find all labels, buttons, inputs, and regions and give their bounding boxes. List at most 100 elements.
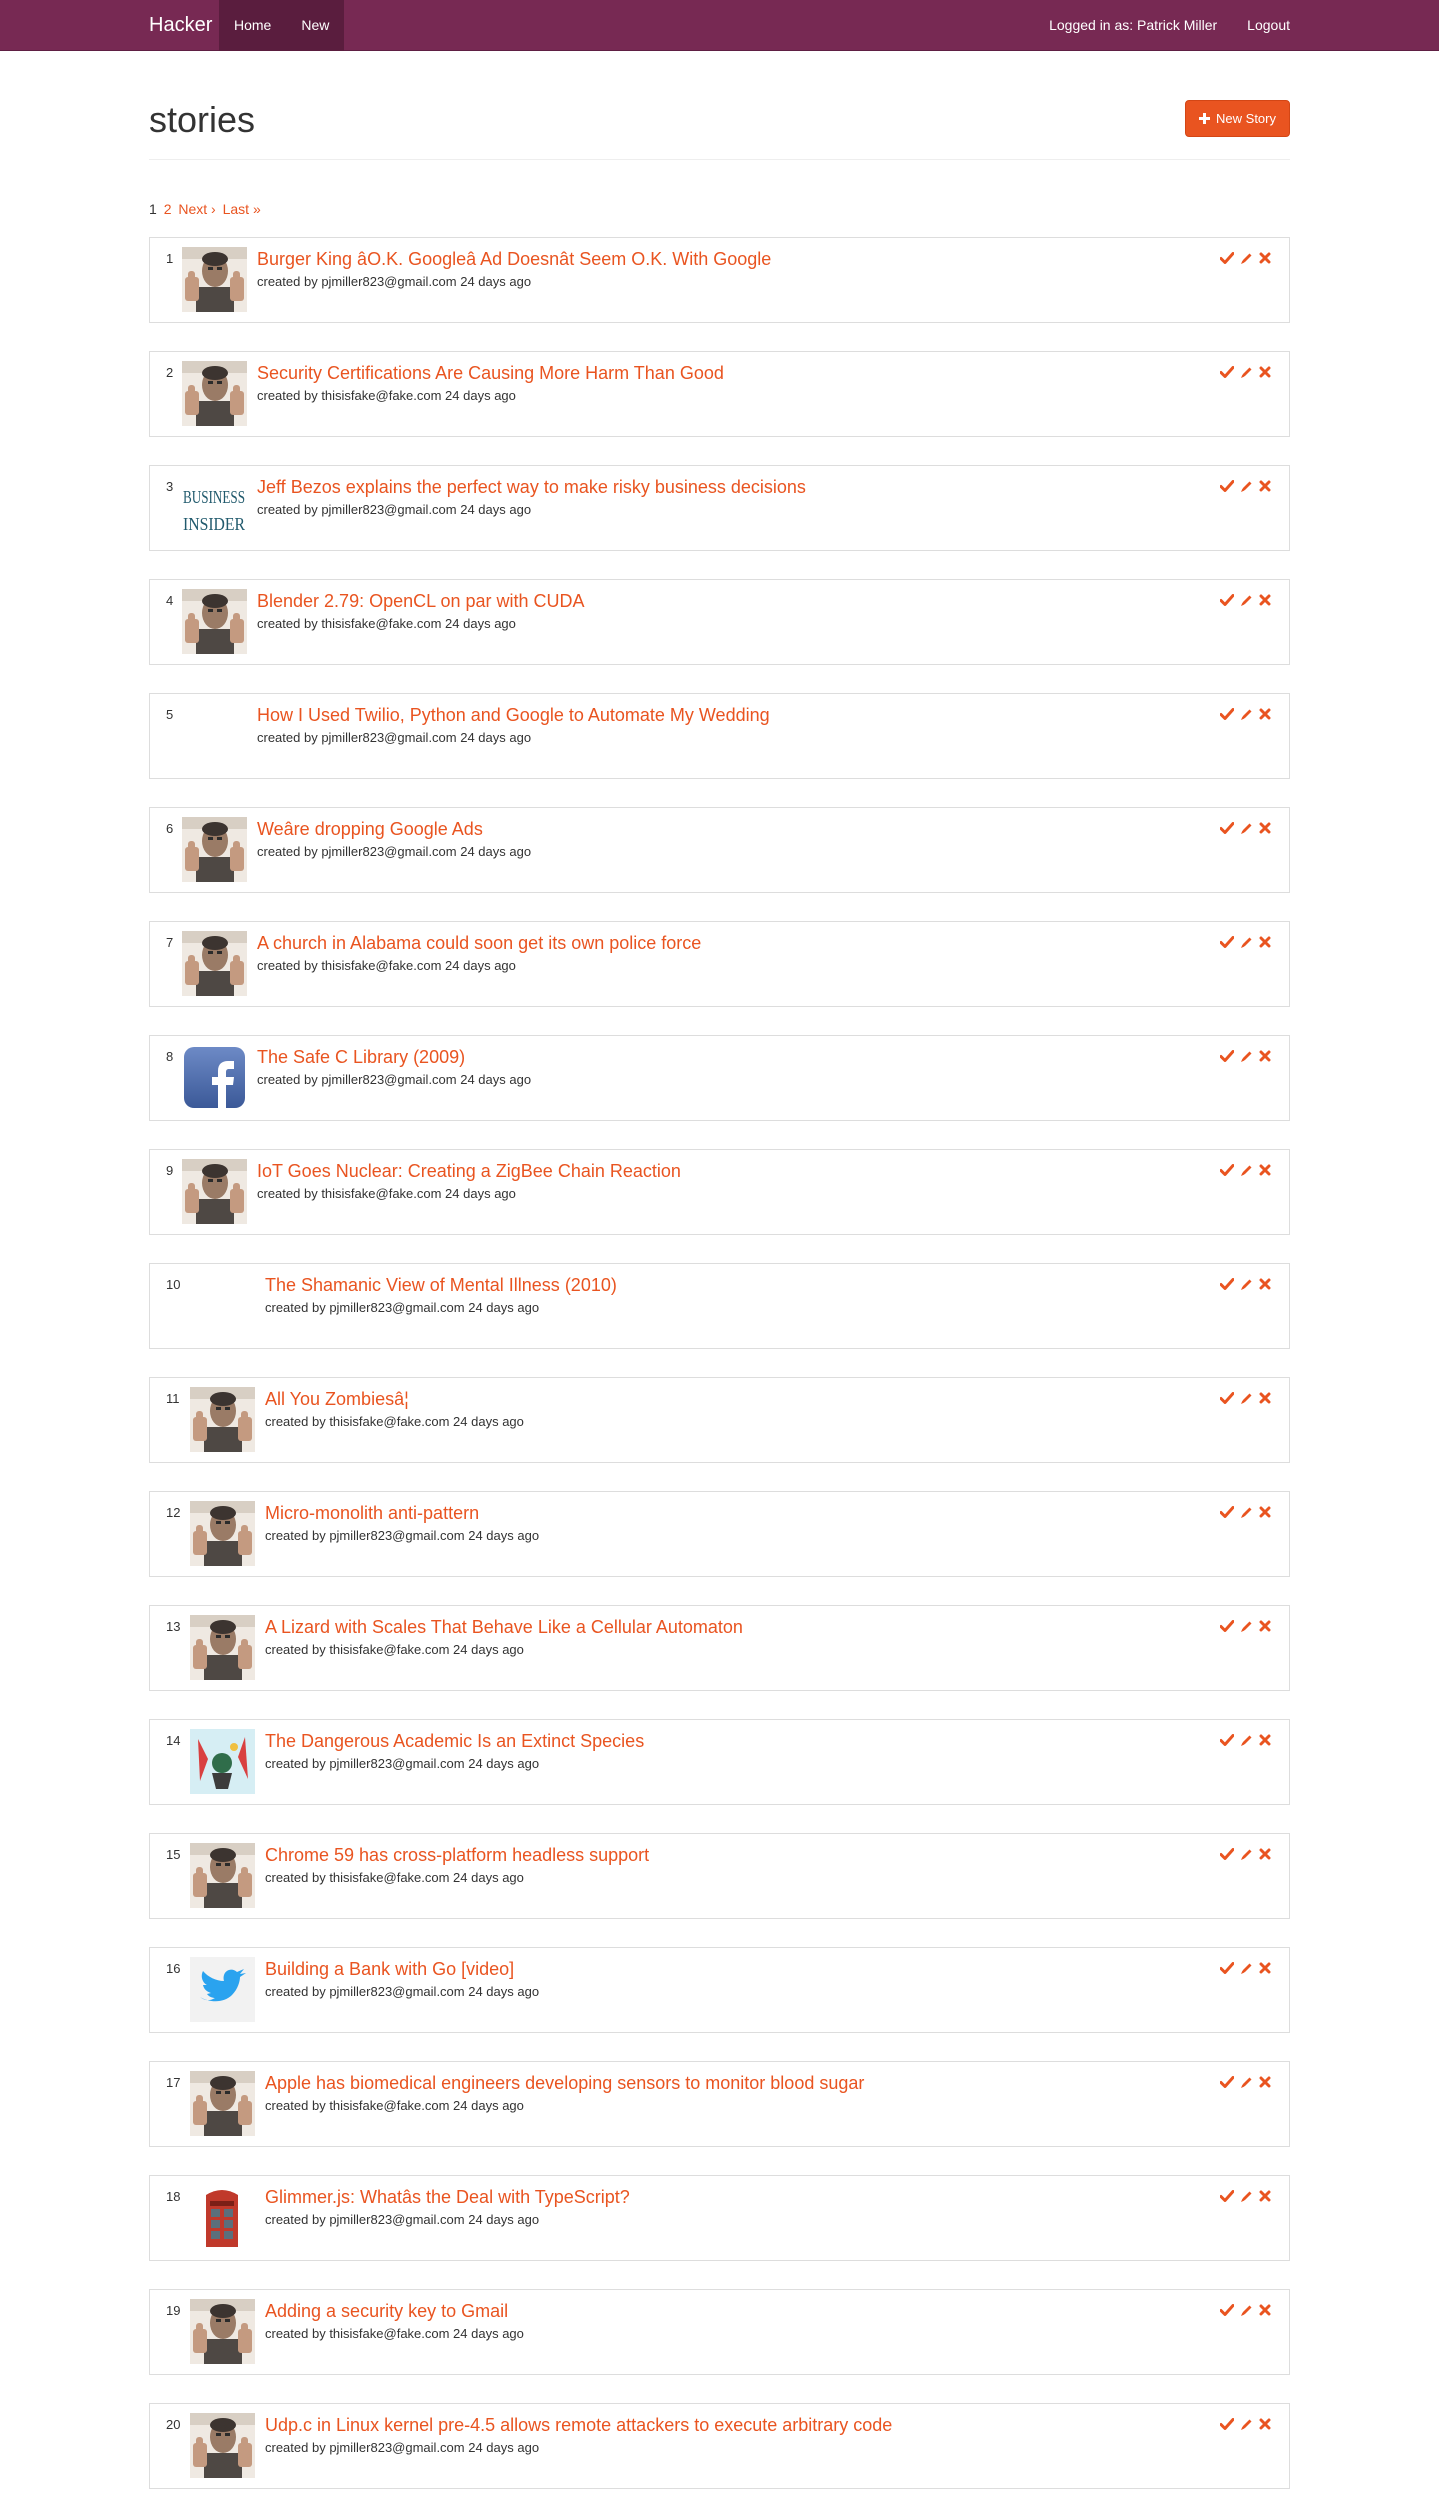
story-actions <box>1219 1276 1273 1292</box>
story-title-link[interactable]: Blender 2.79: OpenCL on par with CUDA <box>257 590 585 612</box>
story-title-link[interactable]: Udp.c in Linux kernel pre-4.5 allows rem… <box>265 2414 892 2436</box>
check-icon[interactable] <box>1219 250 1235 266</box>
pencil-icon[interactable] <box>1238 478 1254 494</box>
pencil-icon[interactable] <box>1238 2416 1254 2432</box>
story-actions <box>1219 1162 1273 1178</box>
story-body: A church in Alabama could soon get its o… <box>257 932 701 975</box>
delete-icon[interactable] <box>1257 2416 1273 2432</box>
nav-home-link[interactable]: Home <box>219 0 287 51</box>
nav-new-link[interactable]: New <box>286 0 345 51</box>
pencil-icon[interactable] <box>1238 364 1254 380</box>
story-title-link[interactable]: A church in Alabama could soon get its o… <box>257 932 701 954</box>
delete-icon[interactable] <box>1257 1276 1273 1292</box>
story-title-link[interactable]: IoT Goes Nuclear: Creating a ZigBee Chai… <box>257 1160 681 1182</box>
delete-icon[interactable] <box>1257 1390 1273 1406</box>
check-icon[interactable] <box>1219 934 1235 950</box>
check-icon[interactable] <box>1219 1618 1235 1634</box>
story-body: Apple has biomedical engineers developin… <box>265 2072 864 2115</box>
story-title-link[interactable]: Burger King âO.K. Googleâ Ad Doesnât See… <box>257 248 771 270</box>
logout-link[interactable]: Logout <box>1247 0 1290 51</box>
delete-icon[interactable] <box>1257 478 1273 494</box>
story-title-link[interactable]: Building a Bank with Go [video] <box>265 1958 539 1980</box>
brand-link[interactable]: Hacker <box>149 0 212 51</box>
story-title-link[interactable]: How I Used Twilio, Python and Google to … <box>257 704 770 726</box>
story-actions <box>1219 1960 1273 1976</box>
delete-icon[interactable] <box>1257 934 1273 950</box>
delete-icon[interactable] <box>1257 364 1273 380</box>
delete-icon[interactable] <box>1257 1618 1273 1634</box>
pencil-icon[interactable] <box>1238 2302 1254 2318</box>
delete-icon[interactable] <box>1257 2188 1273 2204</box>
story-title-link[interactable]: The Shamanic View of Mental Illness (201… <box>265 1274 617 1296</box>
check-icon[interactable] <box>1219 592 1235 608</box>
story-title-link[interactable]: Security Certifications Are Causing More… <box>257 362 724 384</box>
story-title-link[interactable]: The Dangerous Academic Is an Extinct Spe… <box>265 1730 644 1752</box>
check-icon[interactable] <box>1219 1276 1235 1292</box>
delete-icon[interactable] <box>1257 2302 1273 2318</box>
story-title-link[interactable]: Micro-monolith anti-pattern <box>265 1502 539 1524</box>
pencil-icon[interactable] <box>1238 1846 1254 1862</box>
story-title-link[interactable]: Chrome 59 has cross-platform headless su… <box>265 1844 649 1866</box>
check-icon[interactable] <box>1219 820 1235 836</box>
story-title-link[interactable]: The Safe C Library (2009) <box>257 1046 531 1068</box>
check-icon[interactable] <box>1219 1732 1235 1748</box>
delete-icon[interactable] <box>1257 1162 1273 1178</box>
pencil-icon[interactable] <box>1238 1390 1254 1406</box>
check-icon[interactable] <box>1219 706 1235 722</box>
story-title-link[interactable]: Adding a security key to Gmail <box>265 2300 524 2322</box>
delete-icon[interactable] <box>1257 820 1273 836</box>
pencil-icon[interactable] <box>1238 2074 1254 2090</box>
story-title-link[interactable]: A Lizard with Scales That Behave Like a … <box>265 1616 743 1638</box>
pencil-icon[interactable] <box>1238 706 1254 722</box>
story-title-link[interactable]: Glimmer.js: Whatâs the Deal with TypeScr… <box>265 2186 630 2208</box>
check-icon[interactable] <box>1219 2188 1235 2204</box>
pagination-page-2[interactable]: 2 <box>164 201 172 217</box>
pencil-icon[interactable] <box>1238 934 1254 950</box>
svg-text:BUSINESS: BUSINESS <box>183 487 245 507</box>
check-icon[interactable] <box>1219 2302 1235 2318</box>
delete-icon[interactable] <box>1257 1960 1273 1976</box>
story-title-link[interactable]: Weâre dropping Google Ads <box>257 818 531 840</box>
story-body: Glimmer.js: Whatâs the Deal with TypeScr… <box>265 2186 630 2229</box>
pencil-icon[interactable] <box>1238 250 1254 266</box>
story-rank: 9 <box>166 1163 174 1178</box>
check-icon[interactable] <box>1219 1048 1235 1064</box>
pencil-icon[interactable] <box>1238 1732 1254 1748</box>
delete-icon[interactable] <box>1257 250 1273 266</box>
story-title-link[interactable]: Apple has biomedical engineers developin… <box>265 2072 864 2094</box>
pencil-icon[interactable] <box>1238 1162 1254 1178</box>
check-icon[interactable] <box>1219 1504 1235 1520</box>
story-item-9: 9 IoT Goes Nuclear: Creating a ZigBee Ch… <box>149 1149 1290 1235</box>
story-title-link[interactable]: All You Zombiesâ¦ <box>265 1388 524 1410</box>
pagination-next[interactable]: Next › <box>178 201 215 217</box>
pencil-icon[interactable] <box>1238 1504 1254 1520</box>
check-icon[interactable] <box>1219 1390 1235 1406</box>
pagination-last[interactable]: Last » <box>223 201 261 217</box>
story-actions <box>1219 1732 1273 1748</box>
check-icon[interactable] <box>1219 364 1235 380</box>
check-icon[interactable] <box>1219 1960 1235 1976</box>
pencil-icon[interactable] <box>1238 1048 1254 1064</box>
delete-icon[interactable] <box>1257 706 1273 722</box>
check-icon[interactable] <box>1219 478 1235 494</box>
pencil-icon[interactable] <box>1238 2188 1254 2204</box>
check-icon[interactable] <box>1219 2416 1235 2432</box>
pencil-icon[interactable] <box>1238 820 1254 836</box>
pencil-icon[interactable] <box>1238 1276 1254 1292</box>
delete-icon[interactable] <box>1257 1504 1273 1520</box>
delete-icon[interactable] <box>1257 592 1273 608</box>
story-body: All You Zombiesâ¦ created by thisisfake@… <box>265 1388 524 1431</box>
delete-icon[interactable] <box>1257 1048 1273 1064</box>
new-story-button[interactable]: New Story <box>1185 100 1290 137</box>
delete-icon[interactable] <box>1257 1732 1273 1748</box>
delete-icon[interactable] <box>1257 2074 1273 2090</box>
pencil-icon[interactable] <box>1238 1960 1254 1976</box>
story-title-link[interactable]: Jeff Bezos explains the perfect way to m… <box>257 476 806 498</box>
delete-icon[interactable] <box>1257 1846 1273 1862</box>
check-icon[interactable] <box>1219 2074 1235 2090</box>
pencil-icon[interactable] <box>1238 592 1254 608</box>
check-icon[interactable] <box>1219 1162 1235 1178</box>
pencil-icon[interactable] <box>1238 1618 1254 1634</box>
check-icon[interactable] <box>1219 1846 1235 1862</box>
story-actions <box>1219 2074 1273 2090</box>
